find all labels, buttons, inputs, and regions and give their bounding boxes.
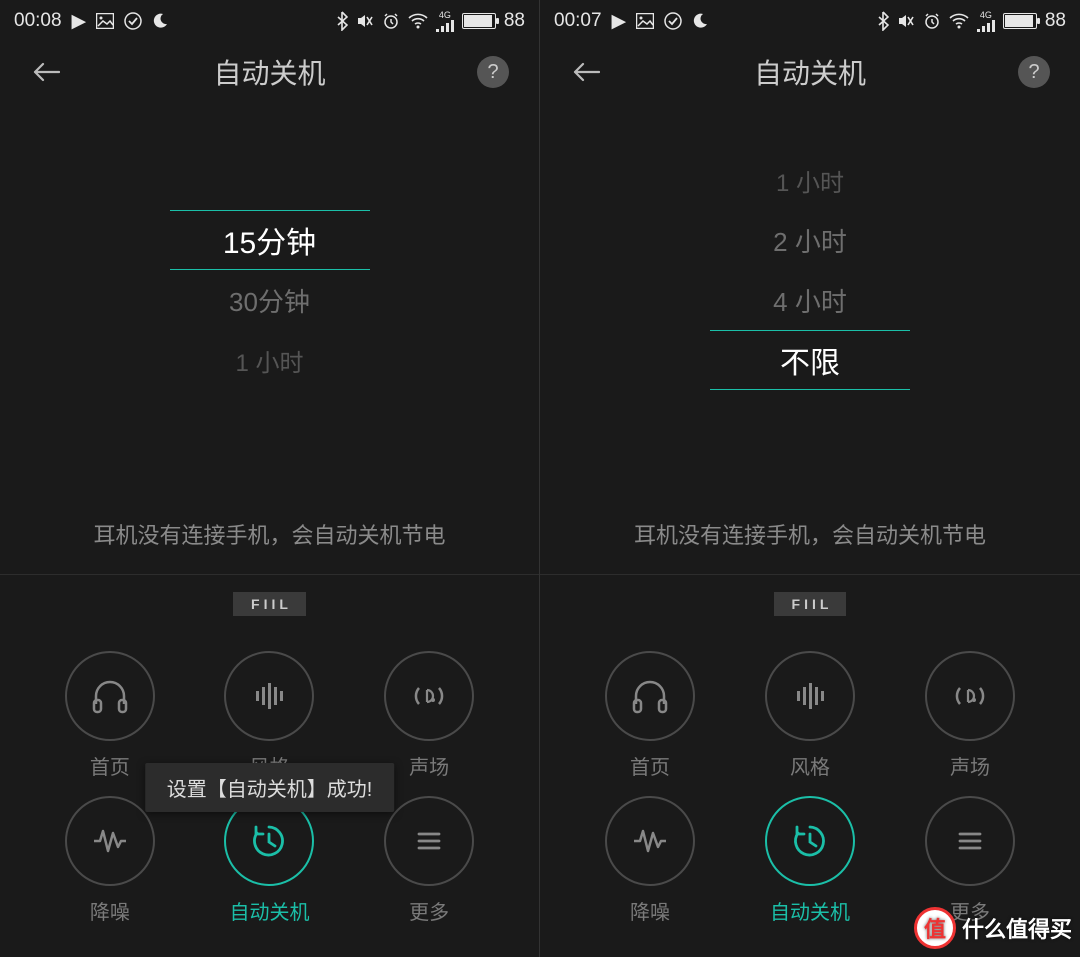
alarm-icon bbox=[923, 12, 941, 30]
brand-bar: FIIL bbox=[540, 575, 1080, 633]
nav-label: 首页 bbox=[90, 751, 130, 780]
picker-area: 1 小时 2 小时 4 小时 不限 bbox=[540, 102, 1080, 498]
watermark-badge: 值 bbox=[914, 907, 956, 949]
back-button[interactable] bbox=[570, 56, 602, 88]
play-icon: ▶ bbox=[612, 10, 627, 33]
page-title: 自动关机 bbox=[213, 52, 325, 92]
screen-right: 00:07 ▶ bbox=[540, 0, 1080, 957]
nav-label: 降噪 bbox=[90, 896, 130, 925]
hint-text: 耳机没有连接手机，会自动关机节电 bbox=[540, 498, 1080, 574]
page-header: 自动关机 ? bbox=[540, 42, 1080, 102]
nav-label: 首页 bbox=[630, 751, 670, 780]
nav-label: 声场 bbox=[950, 751, 990, 780]
help-button[interactable]: ? bbox=[477, 56, 509, 88]
menu-icon bbox=[925, 796, 1015, 886]
nav-soundfield[interactable]: 声场 bbox=[890, 643, 1050, 788]
picker-option[interactable]: 30分钟 bbox=[170, 270, 370, 330]
battery-percent: 88 bbox=[1045, 10, 1066, 32]
bluetooth-icon bbox=[336, 11, 348, 31]
time-picker[interactable]: 15分钟 30分钟 1 小时 bbox=[170, 210, 370, 390]
picker-option[interactable]: 2 小时 bbox=[710, 210, 910, 270]
nav-style[interactable]: 风格 bbox=[730, 643, 890, 788]
hint-text: 耳机没有连接手机，会自动关机节电 bbox=[0, 498, 539, 574]
alarm-icon bbox=[382, 12, 400, 30]
battery-percent: 88 bbox=[504, 10, 525, 32]
watermark-text: 什么值得买 bbox=[962, 912, 1072, 944]
nav-label: 自动关机 bbox=[229, 896, 309, 925]
signal-icon: 4G bbox=[977, 11, 995, 32]
page-title: 自动关机 bbox=[754, 52, 866, 92]
wave-icon bbox=[65, 796, 155, 886]
nav-noise-cancel[interactable]: 降噪 bbox=[570, 788, 730, 933]
picker-option[interactable]: 4 小时 bbox=[710, 270, 910, 330]
screen-left: 00:08 ▶ bbox=[0, 0, 540, 957]
moon-icon bbox=[152, 13, 168, 29]
picker-option[interactable]: 1 小时 bbox=[710, 150, 910, 210]
moon-icon bbox=[692, 13, 708, 29]
toast: 设置【自动关机】成功! bbox=[145, 763, 395, 812]
brand-logo: FIIL bbox=[774, 592, 847, 616]
status-bar: 00:08 ▶ bbox=[0, 0, 539, 42]
battery-icon bbox=[462, 13, 496, 29]
picker-selected[interactable]: 不限 bbox=[710, 330, 910, 390]
picker-option[interactable]: 1 小时 bbox=[170, 330, 370, 390]
status-bar: 00:07 ▶ bbox=[540, 0, 1080, 42]
nav-auto-off[interactable]: 自动关机 bbox=[730, 788, 890, 933]
battery-icon bbox=[1003, 13, 1037, 29]
surround-icon bbox=[925, 651, 1015, 741]
picture-icon bbox=[636, 13, 654, 29]
wifi-icon bbox=[408, 13, 428, 29]
bluetooth-icon bbox=[877, 11, 889, 31]
surround-icon bbox=[384, 651, 474, 741]
nav-home[interactable]: 首页 bbox=[570, 643, 730, 788]
clock-icon bbox=[765, 796, 855, 886]
check-circle-icon bbox=[664, 12, 682, 30]
signal-icon: 4G bbox=[436, 11, 454, 32]
mute-icon bbox=[897, 12, 915, 30]
menu-icon bbox=[384, 796, 474, 886]
check-circle-icon bbox=[124, 12, 142, 30]
equalizer-icon bbox=[224, 651, 314, 741]
headphones-icon bbox=[605, 651, 695, 741]
status-time: 00:07 bbox=[554, 10, 602, 32]
wifi-icon bbox=[949, 13, 969, 29]
watermark: 值 什么值得买 bbox=[914, 907, 1072, 949]
status-time: 00:08 bbox=[14, 10, 62, 32]
equalizer-icon bbox=[765, 651, 855, 741]
mute-icon bbox=[356, 12, 374, 30]
back-button[interactable] bbox=[30, 56, 62, 88]
brand-bar: FIIL bbox=[0, 575, 539, 633]
help-button[interactable]: ? bbox=[1018, 56, 1050, 88]
picture-icon bbox=[96, 13, 114, 29]
picker-selected[interactable]: 15分钟 bbox=[170, 210, 370, 270]
wave-icon bbox=[605, 796, 695, 886]
headphones-icon bbox=[65, 651, 155, 741]
nav-label: 声场 bbox=[409, 751, 449, 780]
nav-label: 自动关机 bbox=[770, 896, 850, 925]
nav-label: 降噪 bbox=[630, 896, 670, 925]
page-header: 自动关机 ? bbox=[0, 42, 539, 102]
nav-label: 风格 bbox=[790, 751, 830, 780]
nav-label: 更多 bbox=[409, 896, 449, 925]
brand-logo: FIIL bbox=[233, 592, 306, 616]
picker-area: 15分钟 30分钟 1 小时 bbox=[0, 102, 539, 498]
time-picker[interactable]: 1 小时 2 小时 4 小时 不限 bbox=[710, 150, 910, 390]
play-icon: ▶ bbox=[72, 10, 87, 33]
